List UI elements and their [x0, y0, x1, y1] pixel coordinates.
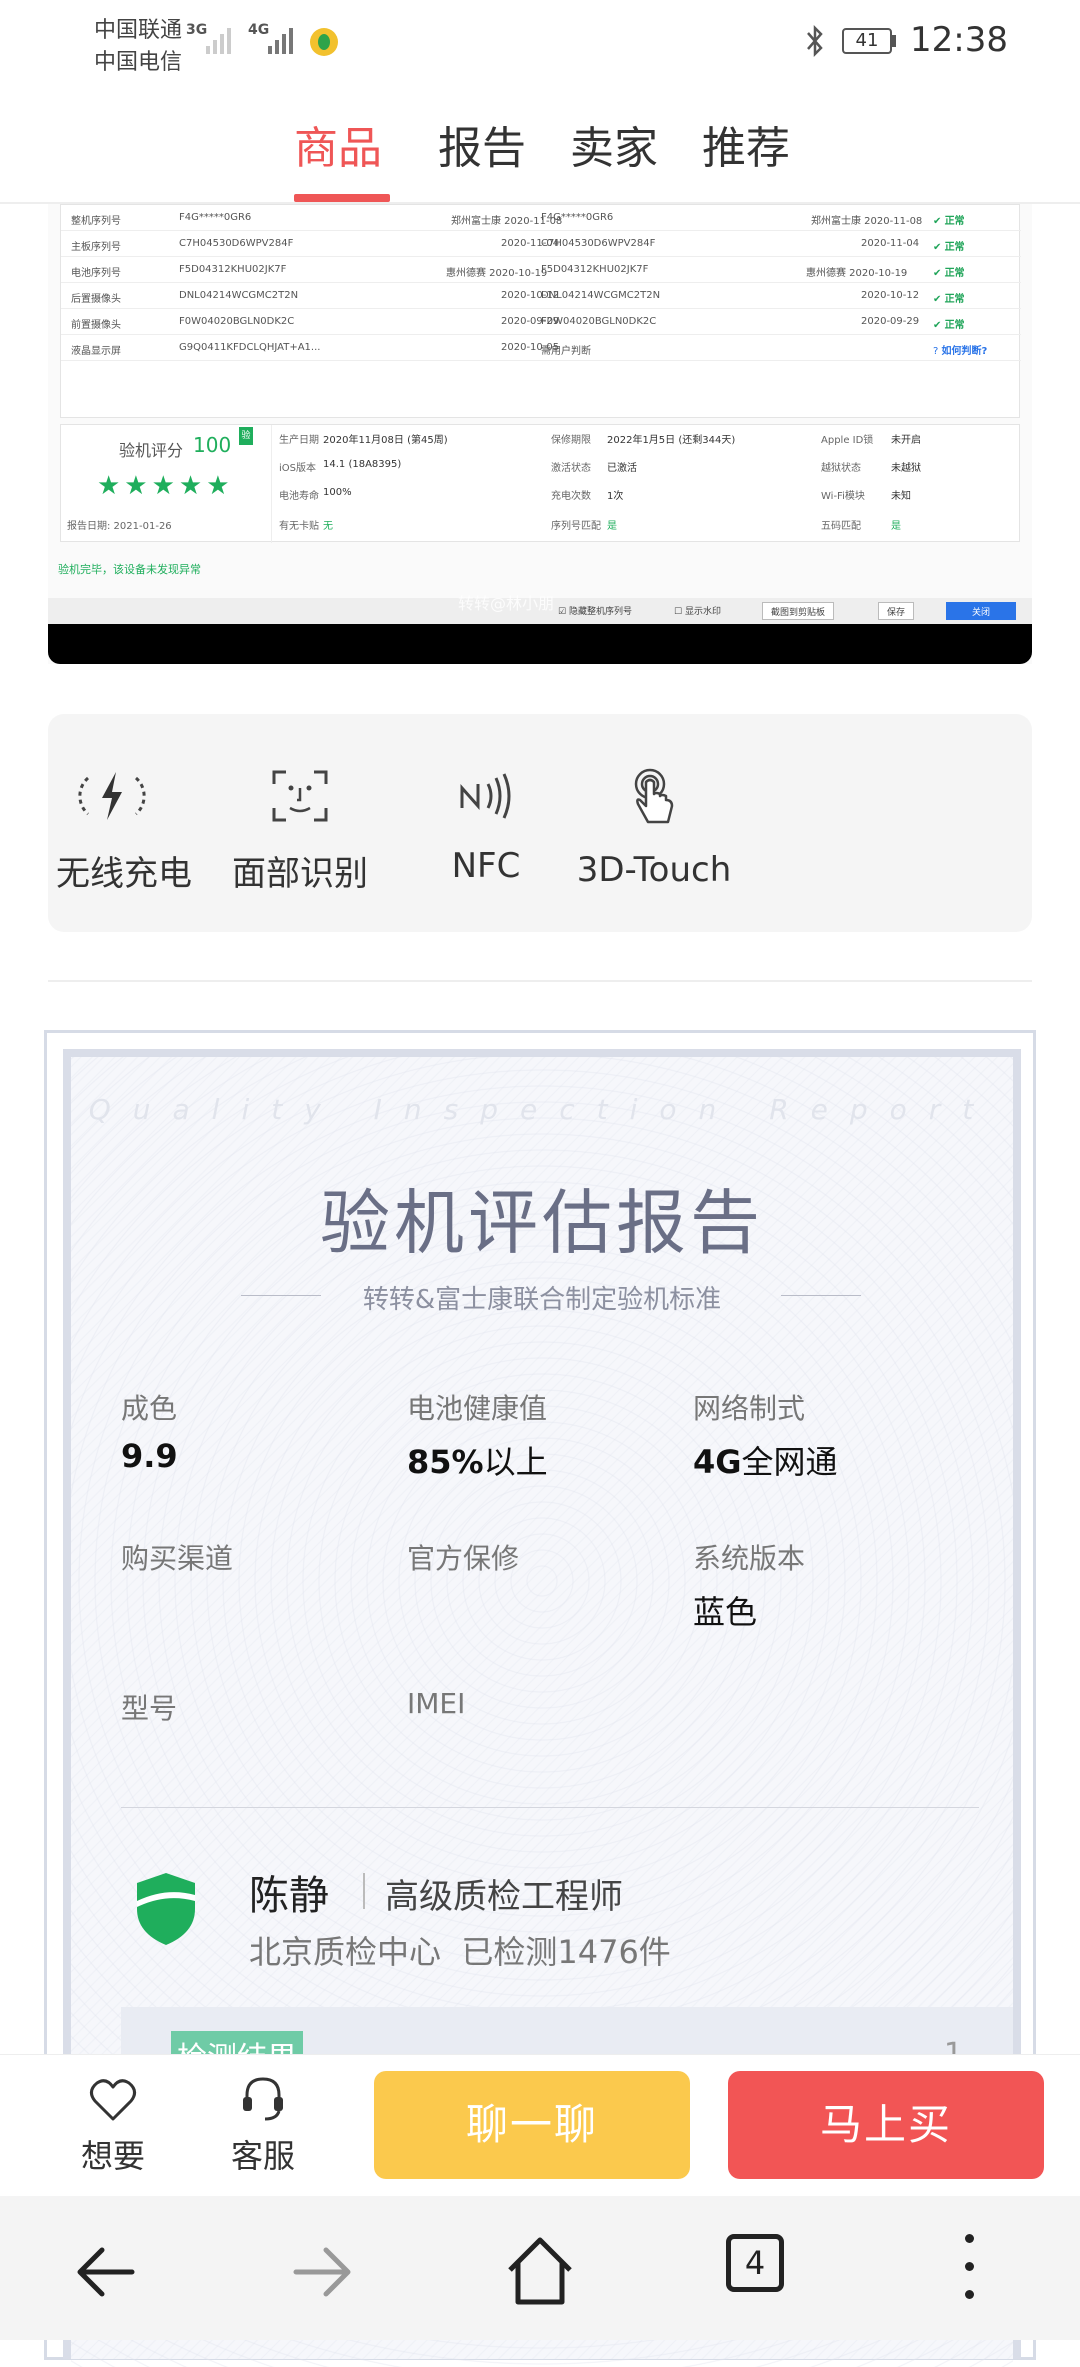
forward-arrow-icon[interactable] — [290, 2242, 356, 2302]
divider — [48, 980, 1032, 982]
back-arrow-icon[interactable] — [72, 2242, 138, 2302]
wireless-charge-icon — [78, 772, 146, 820]
battery-level: 41 — [855, 30, 879, 51]
overlay-watermark: 转转@林小朋 — [458, 594, 555, 613]
show-watermark-checkbox[interactable]: ☐ 显示水印 — [674, 604, 721, 617]
table-row: 前置摄像头 F0W04020BGLN0DK2C 2020-09-29 F0W04… — [61, 309, 1021, 335]
face-id-icon — [272, 770, 328, 822]
status-ok-icon: ✔ 正常 — [933, 268, 965, 279]
table-row: 整机序列号 F4G*****0GR6 郑州富士康 2020-11-08 F4G*… — [61, 205, 1021, 231]
tab-recommend[interactable]: 推荐 — [702, 112, 790, 176]
tab-report[interactable]: 报告 — [438, 112, 526, 176]
feature-label: 面部识别 — [232, 854, 368, 894]
tab-goods[interactable]: 商品 — [294, 112, 382, 176]
verified-badge: 验 — [239, 427, 253, 445]
close-button[interactable]: 关闭 — [946, 602, 1016, 620]
inspection-screenshot[interactable]: 整机序列号 F4G*****0GR6 郑州富士康 2020-11-08 F4G*… — [48, 204, 1032, 664]
3d-touch-icon — [634, 768, 674, 824]
headset-icon — [243, 2077, 283, 2121]
field-value-condition: 9.9 — [121, 1437, 178, 1475]
bluetooth-icon — [807, 24, 823, 58]
service-label: 客服 — [230, 2137, 295, 2175]
feature-label: 无线充电 — [56, 854, 192, 894]
field-value-os-version: 蓝色 — [693, 1593, 758, 1631]
field-value-network: 4G全网通 — [693, 1443, 838, 1481]
signal-icon-1 — [206, 24, 231, 54]
report-watermark: Quality Inspection Report — [88, 1093, 996, 1126]
carrier-1: 中国联通 — [94, 18, 183, 43]
screenshot-toolbar: 转转@林小朋 ☑ 隐藏整机序列号 ☐ 显示水印 截图到剪贴板 保存 关闭 — [48, 594, 1032, 624]
table-row: 电池序列号 F5D04312KHU02JK7F 惠州德赛 2020-10-19 … — [61, 257, 1021, 283]
status-ok-icon: ✔ 正常 — [933, 320, 965, 331]
app-notification-icon — [310, 28, 338, 56]
rating-stars: ★★★★★ — [97, 471, 234, 501]
feature-nfc: NFC — [436, 766, 536, 886]
feature-face-id: 面部识别 — [230, 766, 370, 895]
table-row: 后置摄像头 DNL04214WCGMC2T2N 2020-10-12 DNL04… — [61, 283, 1021, 309]
nfc-icon — [460, 773, 511, 819]
field-value-battery: 85%以上 — [407, 1443, 548, 1481]
field-label-condition: 成色 — [121, 1392, 178, 1425]
divider — [121, 1807, 979, 1808]
home-icon[interactable] — [504, 2232, 576, 2308]
status-ok-icon: ✔ 正常 — [933, 294, 965, 305]
feature-3d-touch: 3D-Touch — [562, 766, 746, 890]
signal-icon-2 — [268, 24, 293, 54]
heart-icon — [90, 2079, 136, 2121]
tabs-count-button[interactable]: 4 — [726, 2234, 784, 2292]
more-menu-icon[interactable] — [964, 2234, 974, 2300]
table-row: 液晶显示屏 G9Q0411KFDCLQHJAT+A1... 2020-10-05… — [61, 335, 1021, 361]
serial-table: 整机序列号 F4G*****0GR6 郑州富士康 2020-11-08 F4G*… — [60, 204, 1021, 418]
network-type-2: 4G — [248, 22, 270, 38]
status-bar: 中国联通 中国电信 3G 4G 41 12:38 — [0, 0, 1080, 84]
customer-service-button[interactable]: 客服 — [220, 2073, 306, 2177]
field-label-imei: IMEI — [407, 1687, 466, 1720]
chat-button[interactable]: 聊一聊 — [374, 2071, 690, 2179]
inspection-complete-text: 验机完毕，该设备未发现异常 — [58, 563, 201, 576]
report-subtitle: 转转&富士康联合制定验机标准 — [362, 1285, 722, 1315]
bottom-action-bar: 想要 客服 聊一聊 马上买 — [0, 2054, 1080, 2196]
buy-now-button[interactable]: 马上买 — [728, 2071, 1044, 2179]
screenshot-bottom-bar — [48, 624, 1032, 664]
tab-bar: 商品 报告 卖家 推荐 — [0, 100, 1080, 204]
tabs-count: 4 — [744, 2244, 766, 2282]
carrier-2: 中国电信 — [94, 50, 183, 75]
status-ok-icon: ✔ 正常 — [933, 216, 965, 227]
field-label-os-version: 系统版本 — [693, 1542, 806, 1575]
feature-label: NFC — [451, 846, 521, 886]
battery-icon: 41 — [842, 28, 892, 54]
inspector-center: 北京质检中心 已检测1476件 — [249, 1933, 671, 1971]
browser-nav-bar: 4 — [0, 2196, 1080, 2340]
hide-serial-checkbox[interactable]: ☑ 隐藏整机序列号 — [558, 604, 632, 617]
status-ok-icon: ✔ 正常 — [933, 242, 965, 253]
tab-active-indicator — [294, 194, 390, 202]
table-row: 主板序列号 C7H04530D6WPV284F 2020-11-04 C7H04… — [61, 231, 1021, 257]
favorite-button[interactable]: 想要 — [70, 2077, 156, 2177]
score-panel: 验机评分 100 验 ★★★★★ 报告日期: 2021-01-26 生产日期 20… — [60, 424, 1020, 543]
favorite-label: 想要 — [80, 2137, 145, 2175]
save-button[interactable]: 保存 — [878, 602, 915, 620]
field-label-channel: 购买渠道 — [121, 1542, 234, 1575]
how-to-judge-link: ? 如何判断? — [933, 346, 988, 357]
shield-icon — [137, 1873, 195, 1945]
copy-screenshot-button[interactable]: 截图到剪贴板 — [762, 602, 835, 620]
report-title: 验机评估报告 — [320, 1182, 764, 1264]
feature-wireless-charge: 无线充电 — [56, 766, 192, 895]
field-label-battery: 电池健康值 — [407, 1392, 548, 1425]
field-label-warranty: 官方保修 — [407, 1542, 520, 1575]
field-label-model: 型号 — [121, 1692, 178, 1725]
field-label-network: 网络制式 — [693, 1392, 806, 1425]
feature-label: 3D-Touch — [576, 850, 732, 890]
tab-seller[interactable]: 卖家 — [570, 112, 658, 176]
clock: 12:38 — [910, 20, 1008, 60]
report-date: 报告日期: 2021-01-26 — [67, 521, 172, 532]
score-value: 100 — [193, 433, 232, 457]
inspector-role: 高级质检工程师 — [385, 1877, 623, 1917]
features-card: 无线充电 面部识别 NFC 3D-Touch — [48, 714, 1032, 932]
network-type-1: 3G — [186, 22, 208, 38]
inspector-name: 陈静 — [249, 1873, 329, 1919]
